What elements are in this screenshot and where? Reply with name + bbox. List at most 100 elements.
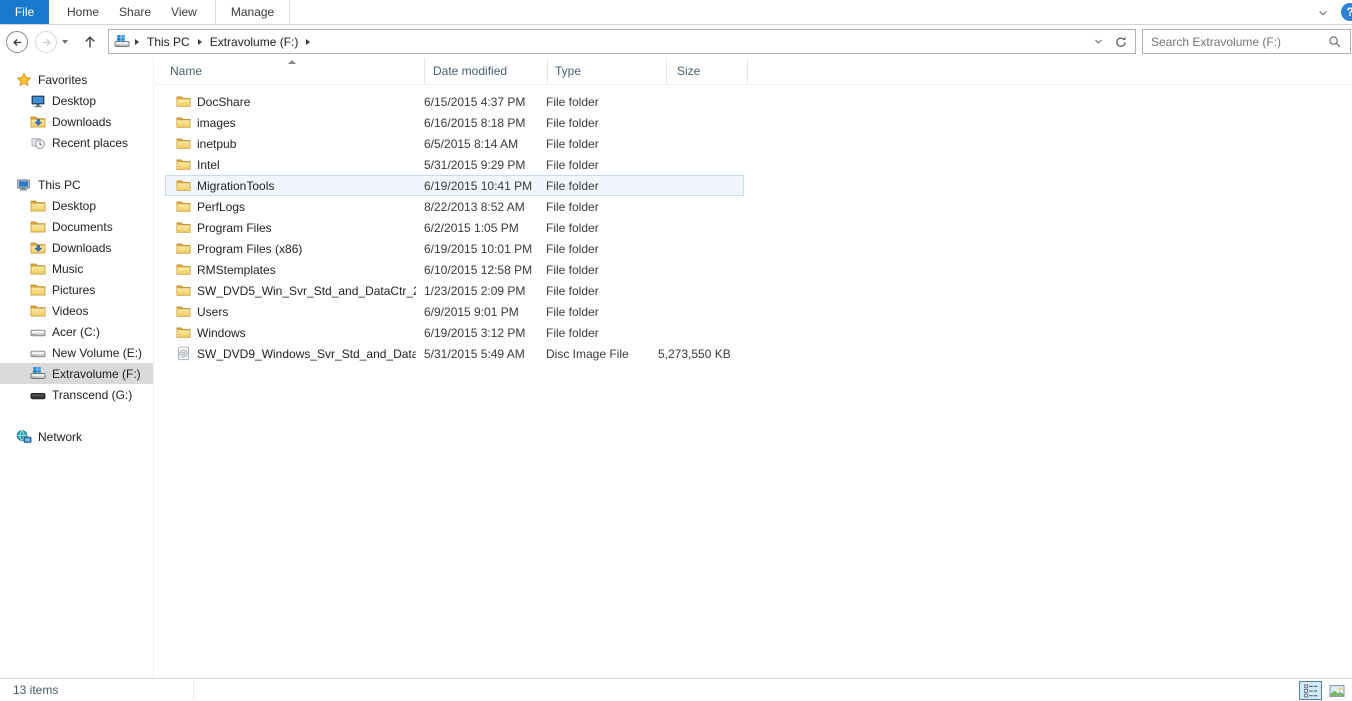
- file-row[interactable]: DocShare6/15/2015 4:37 PMFile folder: [165, 91, 744, 112]
- breadcrumb-separator-icon[interactable]: [306, 39, 310, 45]
- file-row[interactable]: inetpub6/5/2015 8:14 AMFile folder: [165, 133, 744, 154]
- file-name: inetpub: [197, 137, 236, 151]
- file-row[interactable]: images6/16/2015 8:18 PMFile folder: [165, 112, 744, 133]
- forward-button[interactable]: [35, 31, 57, 53]
- tab-view[interactable]: View: [161, 0, 207, 24]
- sidebar-item-acer-c-[interactable]: Acer (C:): [0, 321, 153, 342]
- file-date-modified: 6/15/2015 4:37 PM: [416, 95, 539, 109]
- sidebar-item-label: Network: [38, 430, 82, 444]
- location-drive-icon: [114, 34, 130, 50]
- details-view-button[interactable]: [1299, 681, 1322, 700]
- breadcrumb-item[interactable]: Extravolume (F:): [204, 35, 305, 49]
- file-row[interactable]: SW_DVD9_Windows_Svr_Std_and_DataCt...5/3…: [165, 343, 744, 364]
- file-row[interactable]: Intel5/31/2015 9:29 PMFile folder: [165, 154, 744, 175]
- folder-icon: [176, 262, 191, 277]
- sidebar-section-favorites: Favorites DesktopDownloadsRecent places: [0, 69, 153, 153]
- sidebar-item-extravolume-f-[interactable]: Extravolume (F:): [0, 363, 153, 384]
- sidebar-item-label: Favorites: [38, 73, 87, 87]
- column-header-type[interactable]: Type: [548, 58, 667, 84]
- file-type: File folder: [539, 137, 658, 151]
- folder-icon: [176, 241, 191, 256]
- refresh-icon[interactable]: [1114, 35, 1128, 49]
- up-button[interactable]: [79, 31, 101, 53]
- sidebar-item-label: Pictures: [52, 283, 95, 297]
- file-type: File folder: [539, 200, 658, 214]
- file-name-cell: SW_DVD5_Win_Svr_Std_and_DataCtr_201...: [166, 283, 416, 298]
- minimize-ribbon-icon[interactable]: [1317, 7, 1329, 19]
- tab-file[interactable]: File: [0, 0, 49, 24]
- sidebar-item-label: Desktop: [52, 199, 96, 213]
- file-date-modified: 5/31/2015 5:49 AM: [416, 347, 539, 361]
- file-row[interactable]: Users6/9/2015 9:01 PMFile folder: [165, 301, 744, 322]
- sidebar-item-music[interactable]: Music: [0, 258, 153, 279]
- file-type: File folder: [539, 242, 658, 256]
- folder-icon: [30, 282, 46, 298]
- file-date-modified: 8/22/2013 8:52 AM: [416, 200, 539, 214]
- tab-manage[interactable]: Manage: [215, 0, 290, 24]
- sidebar-item-new-volume-e-[interactable]: New Volume (E:): [0, 342, 153, 363]
- file-name-cell: PerfLogs: [166, 199, 416, 214]
- file-row[interactable]: MigrationTools6/19/2015 10:41 PMFile fol…: [165, 175, 744, 196]
- sidebar-item-transcend-g-[interactable]: Transcend (G:): [0, 384, 153, 405]
- sidebar-item-downloads[interactable]: Downloads: [0, 237, 153, 258]
- file-name-cell: Users: [166, 304, 416, 319]
- search-input[interactable]: [1143, 35, 1328, 49]
- breadcrumb-item[interactable]: This PC: [141, 35, 196, 49]
- sidebar-item-videos[interactable]: Videos: [0, 300, 153, 321]
- tab-home[interactable]: Home: [57, 0, 109, 24]
- file-list-pane: Name Date modified Type Size DocShare6/1…: [155, 58, 1352, 678]
- sidebar-item-label: Extravolume (F:): [52, 367, 141, 381]
- file-name: Users: [197, 305, 228, 319]
- help-icon[interactable]: ?: [1341, 3, 1352, 21]
- address-bar[interactable]: This PC Extravolume (F:): [108, 29, 1136, 54]
- sidebar-section-network: Network: [0, 426, 153, 447]
- sidebar-item-documents[interactable]: Documents: [0, 216, 153, 237]
- sidebar-item-label: New Volume (E:): [52, 346, 142, 360]
- sidebar-item-pictures[interactable]: Pictures: [0, 279, 153, 300]
- file-type: File folder: [539, 116, 658, 130]
- search-icon[interactable]: [1328, 35, 1342, 49]
- file-type: File folder: [539, 326, 658, 340]
- file-type: File folder: [539, 221, 658, 235]
- column-header-size[interactable]: Size: [667, 58, 748, 84]
- sidebar-item-desktop[interactable]: Desktop: [0, 90, 153, 111]
- breadcrumb-separator-icon[interactable]: [198, 39, 202, 45]
- thumbnails-view-button[interactable]: [1325, 681, 1348, 700]
- column-header-date-modified[interactable]: Date modified: [425, 58, 548, 84]
- folder-icon: [176, 304, 191, 319]
- sidebar-item-recent-places[interactable]: Recent places: [0, 132, 153, 153]
- file-row[interactable]: Program Files6/2/2015 1:05 PMFile folder: [165, 217, 744, 238]
- file-date-modified: 6/9/2015 9:01 PM: [416, 305, 539, 319]
- sidebar-item-desktop[interactable]: Desktop: [0, 195, 153, 216]
- file-row[interactable]: RMStemplates6/10/2015 12:58 PMFile folde…: [165, 259, 744, 280]
- file-type: File folder: [539, 95, 658, 109]
- file-name-cell: RMStemplates: [166, 262, 416, 277]
- file-row[interactable]: Program Files (x86)6/19/2015 10:01 PMFil…: [165, 238, 744, 259]
- search-box: [1142, 29, 1351, 54]
- back-button[interactable]: [6, 31, 28, 53]
- sidebar-item-downloads[interactable]: Downloads: [0, 111, 153, 132]
- star-icon: [16, 72, 32, 88]
- sidebar-item-favorites[interactable]: Favorites: [0, 69, 153, 90]
- recent-locations-dropdown-icon[interactable]: [62, 40, 68, 44]
- sidebar-item-label: Videos: [52, 304, 88, 318]
- file-date-modified: 6/19/2015 10:41 PM: [416, 179, 539, 193]
- folder-icon: [176, 136, 191, 151]
- file-name: Windows: [197, 326, 246, 340]
- tab-share[interactable]: Share: [109, 0, 161, 24]
- file-name-cell: Intel: [166, 157, 416, 172]
- dark-drive-icon: [30, 387, 46, 403]
- sidebar-item-this-pc[interactable]: This PC: [0, 174, 153, 195]
- folder-icon: [176, 199, 191, 214]
- drive-icon: [30, 324, 46, 340]
- breadcrumb-separator-icon[interactable]: [135, 39, 139, 45]
- address-dropdown-icon[interactable]: [1093, 36, 1104, 47]
- file-row[interactable]: Windows6/19/2015 3:12 PMFile folder: [165, 322, 744, 343]
- navigation-toolbar: This PC Extravolume (F:): [0, 26, 1352, 58]
- folder-icon: [176, 283, 191, 298]
- sidebar-item-network[interactable]: Network: [0, 426, 153, 447]
- file-row[interactable]: PerfLogs8/22/2013 8:52 AMFile folder: [165, 196, 744, 217]
- file-date-modified: 6/19/2015 10:01 PM: [416, 242, 539, 256]
- details-view-icon: [1303, 683, 1319, 699]
- file-row[interactable]: SW_DVD5_Win_Svr_Std_and_DataCtr_201...1/…: [165, 280, 744, 301]
